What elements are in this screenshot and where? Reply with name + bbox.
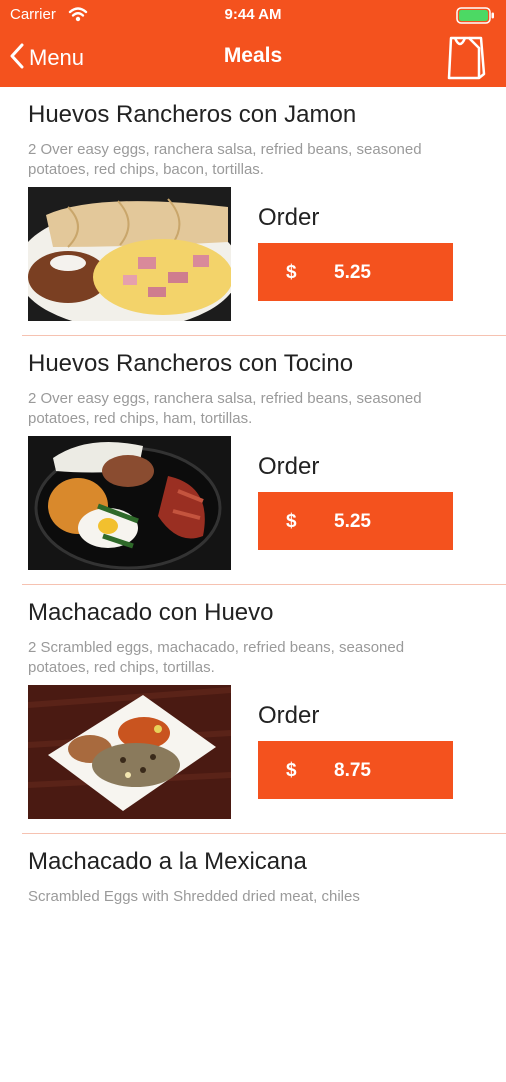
price: 5.25 xyxy=(334,511,371,532)
back-label: Menu xyxy=(29,45,85,70)
meal-description: 2 Scrambled eggs, machacado, refried bea… xyxy=(28,639,405,676)
shopping-bag-button[interactable] xyxy=(444,34,488,82)
status-bar: Carrier 9:44 AM xyxy=(0,0,506,30)
meal-photo[interactable] xyxy=(28,187,231,321)
meal-title: Huevos Rancheros con Tocino xyxy=(28,350,354,377)
meal-item[interactable]: Huevos Rancheros con Tocino 2 Over easy … xyxy=(22,336,506,585)
order-label: Order xyxy=(258,453,320,480)
price: 5.25 xyxy=(334,262,371,283)
order-price-button[interactable]: $ 5.25 xyxy=(258,243,453,301)
meal-item[interactable]: Machacado con Huevo 2 Scrambled eggs, ma… xyxy=(22,585,506,834)
clock: 9:44 AM xyxy=(224,6,282,23)
meal-title: Huevos Rancheros con Jamon xyxy=(28,101,357,128)
order-price-button[interactable]: $ 5.25 xyxy=(258,492,453,550)
meal-title: Machacado a la Mexicana xyxy=(28,848,307,875)
shopping-bag-icon xyxy=(444,36,488,86)
price: 8.75 xyxy=(334,760,371,781)
back-button[interactable]: Menu xyxy=(10,42,84,74)
currency-symbol: $ xyxy=(286,511,297,532)
chevron-left-icon xyxy=(10,43,24,74)
meal-title: Machacado con Huevo xyxy=(28,599,274,626)
top-bar: Carrier 9:44 AM Menu Meals xyxy=(0,0,506,87)
meal-item[interactable]: Huevos Rancheros con Jamon 2 Over easy e… xyxy=(22,87,506,336)
meal-description: Scrambled Eggs with Shredded dried meat,… xyxy=(28,888,360,905)
meal-description: 2 Over easy eggs, ranchera salsa, refrie… xyxy=(28,390,422,427)
meal-photo[interactable] xyxy=(28,685,231,819)
nav-bar: Menu Meals xyxy=(0,30,506,87)
order-label: Order xyxy=(258,702,320,729)
meal-photo[interactable] xyxy=(28,436,231,570)
currency-symbol: $ xyxy=(286,760,297,781)
meal-item[interactable]: Machacado a la Mexicana Scrambled Eggs w… xyxy=(22,834,506,1082)
currency-symbol: $ xyxy=(286,262,297,283)
meal-description: 2 Over easy eggs, ranchera salsa, refrie… xyxy=(28,141,422,178)
order-price-button[interactable]: $ 8.75 xyxy=(258,741,453,799)
meal-list: Huevos Rancheros con Jamon 2 Over easy e… xyxy=(0,87,506,1082)
battery-icon xyxy=(456,7,496,29)
order-label: Order xyxy=(258,204,320,231)
